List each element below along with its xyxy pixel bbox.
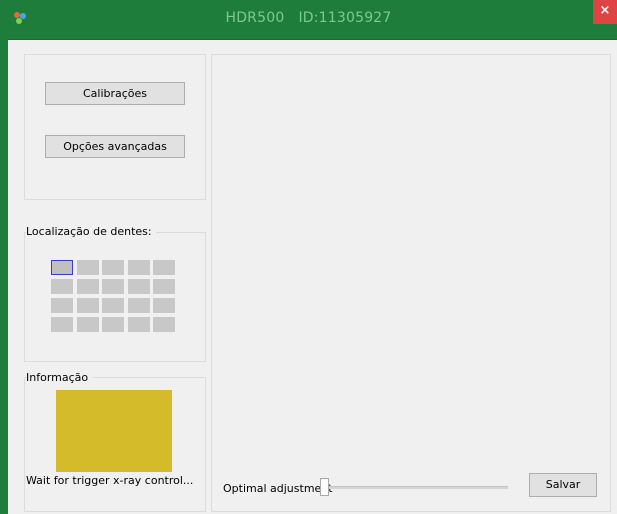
tooth-r3-c2[interactable] — [77, 298, 99, 313]
tooth-r3-c4[interactable] — [128, 298, 150, 313]
adjustment-slider[interactable] — [320, 476, 508, 498]
tooth-r3-c3[interactable] — [102, 298, 124, 313]
adjustment-slider-track — [324, 486, 508, 489]
tooth-r2-c5[interactable] — [153, 279, 175, 294]
tooth-r3-c1[interactable] — [51, 298, 73, 313]
tooth-r1-c5[interactable] — [153, 260, 175, 275]
tooth-r2-c4[interactable] — [128, 279, 150, 294]
calibrations-button[interactable]: Calibrações — [45, 82, 185, 105]
image-display-area — [211, 54, 611, 512]
teeth-location-group — [24, 232, 206, 362]
adjustment-slider-thumb[interactable] — [320, 478, 329, 496]
tooth-r1-c2[interactable] — [77, 260, 99, 275]
tooth-r2-c2[interactable] — [77, 279, 99, 294]
tooth-r2-c3[interactable] — [102, 279, 124, 294]
advanced-options-button[interactable]: Opções avançadas — [45, 135, 185, 158]
teeth-location-title: Localização de dentes: — [26, 225, 156, 238]
status-message: Wait for trigger x-ray control... — [26, 474, 194, 487]
actions-panel: Calibrações Opções avançadas — [24, 54, 206, 200]
tooth-r4-c4[interactable] — [128, 317, 150, 332]
tooth-r2-c1[interactable] — [51, 279, 73, 294]
window-title-name: HDR500 — [225, 10, 285, 26]
main-client-area: Calibrações Opções avançadas Localização… — [8, 39, 617, 514]
tooth-r1-c4[interactable] — [128, 260, 150, 275]
tooth-r1-c3[interactable] — [102, 260, 124, 275]
window-title: HDR500 ID:11305927 — [0, 0, 617, 36]
close-button[interactable]: × — [593, 0, 617, 24]
title-bar[interactable]: HDR500 ID:11305927 × — [0, 0, 617, 36]
tooth-r4-c5[interactable] — [153, 317, 175, 332]
window-title-id: ID:11305927 — [298, 10, 392, 26]
tooth-r4-c2[interactable] — [77, 317, 99, 332]
close-icon: × — [599, 3, 611, 18]
tooth-r1-c1[interactable] — [51, 260, 73, 275]
information-title: Informação — [26, 371, 93, 384]
status-indicator — [56, 390, 172, 472]
tooth-r4-c1[interactable] — [51, 317, 73, 332]
adjustment-label: Optimal adjustment — [223, 482, 333, 495]
tooth-r4-c3[interactable] — [102, 317, 124, 332]
app-window: HDR500 ID:11305927 × Calibrações Opções a… — [0, 0, 617, 514]
tooth-r3-c5[interactable] — [153, 298, 175, 313]
save-button[interactable]: Salvar — [529, 473, 597, 497]
